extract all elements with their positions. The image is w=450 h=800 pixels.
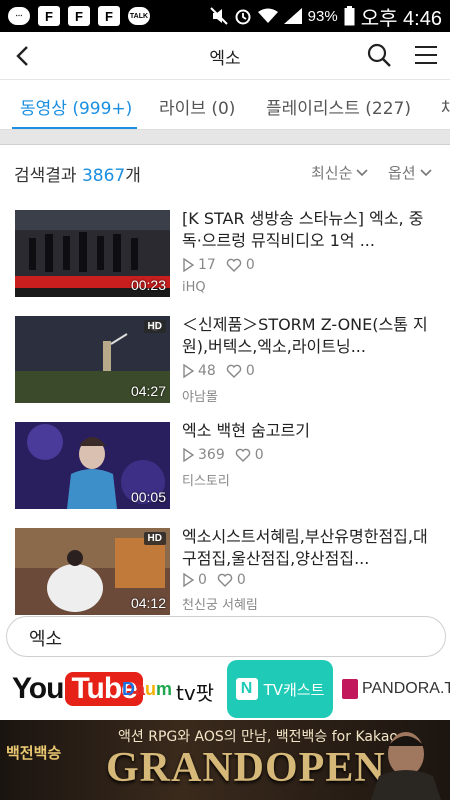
pandora-icon [342, 679, 358, 699]
video-item[interactable]: 00:23 [K STAR 생방송 스타뉴스] 엑소, 중독·으르렁 뮤직비디오… [0, 197, 450, 297]
play-count-icon [183, 573, 194, 587]
tab-playlists[interactable]: 플레이리스트 (227) [266, 94, 411, 119]
app-bar: 엑소 [0, 32, 450, 80]
options-label: 옵션 [388, 164, 416, 182]
results-header: 검색결과 3867개 최신순 옵션 [0, 145, 450, 197]
sort-dropdown[interactable]: 최신순 [311, 162, 368, 183]
video-duration: 04:27 [130, 383, 166, 399]
hd-badge: HD [143, 532, 166, 545]
ad-banner[interactable]: 백전백승 액션 RPG와 AOS의 만남, 백전백승 for Kakao GRA… [0, 720, 450, 800]
chevron-down-icon [356, 168, 368, 176]
video-thumbnail[interactable]: 00:23 [15, 210, 170, 297]
like-count: 0 [254, 447, 264, 463]
ad-game-logo: 백전백승 [6, 744, 62, 762]
like-count: 0 [245, 363, 255, 379]
video-duration: 04:12 [130, 595, 166, 611]
facebook-icon: F [38, 6, 60, 26]
options-dropdown[interactable]: 옵션 [388, 162, 432, 183]
heart-icon [235, 448, 250, 462]
naver-tvcast-label: TV캐스트 [263, 680, 325, 699]
play-count-icon [183, 364, 194, 378]
video-thumbnail[interactable]: HD 04:27 [15, 316, 170, 403]
tab-live[interactable]: 라이브 (0) [159, 94, 235, 119]
results-count: 3867 [81, 166, 126, 186]
wifi-icon [257, 8, 278, 23]
tab-videos[interactable]: 동영상 (999+) [20, 94, 132, 119]
chevron-down-icon [420, 168, 432, 176]
video-thumbnail[interactable]: 00:05 [15, 422, 170, 509]
play-count-icon [183, 258, 194, 272]
battery-icon [344, 6, 355, 26]
search-query: 엑소 [29, 629, 63, 650]
status-bar-notifications: ⋯ F F F TALK [8, 6, 150, 26]
video-stats: 0 0 [182, 572, 246, 588]
divider [0, 130, 450, 145]
tab-channels[interactable]: 채 [441, 94, 450, 119]
video-item[interactable]: HD 04:12 엑소시스트서혜림,부산유명한점집,대구점집,울산점집,양산점집… [0, 515, 450, 615]
ad-headline: 액션 RPG와 AOS의 만남, 백전백승 for Kakao [118, 729, 398, 745]
video-title[interactable]: 엑소시스트서혜림,부산유명한점집,대구점집,울산점집,양산점집... [182, 526, 437, 570]
video-channel[interactable]: 야남몰 [182, 386, 218, 405]
heart-icon [217, 573, 233, 587]
ad-big-text: GRANDOPEN [106, 745, 386, 791]
video-item[interactable]: 00:05 엑소 백현 숨고르기 369 0 티스토리 [0, 409, 450, 509]
play-count: 0 [198, 572, 207, 588]
video-title[interactable]: ＜신제품＞STORM Z-ONE(스톰 지원),버텍스,엑소,라이트닝... [182, 314, 437, 358]
clock: 오후 4:46 [360, 7, 442, 30]
facebook-icon: F [98, 6, 120, 26]
provider-bar: YouTube Daum tv팟 N TV캐스트 PANDORA.TV [0, 660, 450, 720]
ad-character-image [371, 732, 441, 800]
mute-icon [209, 7, 228, 25]
search-input[interactable]: 엑소 [6, 616, 446, 657]
play-count: 48 [198, 363, 216, 379]
menu-icon [415, 46, 437, 64]
video-thumbnail[interactable]: HD 04:12 [15, 528, 170, 615]
battery-percent: 93% [307, 7, 338, 25]
pandora-tv-button[interactable]: PANDORA.TV [342, 679, 450, 699]
sort-label: 최신순 [311, 164, 353, 182]
naver-tvcast-button[interactable]: N TV캐스트 [227, 660, 333, 718]
hd-badge: HD [143, 320, 166, 333]
video-title[interactable]: 엑소 백현 숨고르기 [182, 420, 437, 442]
video-item[interactable]: HD 04:27 ＜신제품＞STORM Z-ONE(스톰 지원),버텍스,엑소,… [0, 303, 450, 405]
heart-icon [226, 258, 242, 272]
video-stats: 17 0 [182, 257, 255, 273]
video-stats: 369 0 [182, 447, 264, 463]
message-icon: ⋯ [8, 7, 30, 25]
results-count-label: 검색결과 3867개 [14, 166, 141, 186]
heart-icon [226, 364, 242, 378]
kakaotalk-icon: TALK [128, 7, 150, 25]
status-bar: ⋯ F F F TALK 93% 오후 4:46 [0, 0, 450, 32]
play-count: 17 [198, 257, 216, 273]
video-list: 00:23 [K STAR 생방송 스타뉴스] 엑소, 중독·으르렁 뮤직비디오… [0, 197, 450, 615]
like-count: 0 [245, 257, 255, 273]
facebook-icon: F [68, 6, 90, 26]
search-icon [367, 43, 391, 67]
video-title[interactable]: [K STAR 생방송 스타뉴스] 엑소, 중독·으르렁 뮤직비디오 1억 ..… [182, 208, 437, 252]
video-duration: 00:05 [130, 489, 166, 505]
alarm-icon [235, 9, 251, 25]
tab-bar: 동영상 (999+) 라이브 (0) 플레이리스트 (227) 채 [0, 80, 450, 130]
signal-icon [283, 8, 302, 24]
play-count-icon [183, 448, 194, 462]
video-channel[interactable]: 티스토리 [182, 470, 230, 489]
like-count: 0 [236, 572, 246, 588]
naver-n-icon: N [235, 678, 258, 700]
status-bar-system: 93% 오후 4:46 [209, 2, 442, 31]
search-button[interactable] [366, 42, 392, 68]
tvpot-button[interactable]: tv팟 [176, 677, 214, 706]
play-count: 369 [198, 447, 225, 463]
menu-button[interactable] [414, 44, 438, 66]
video-channel[interactable]: 천신궁 서혜림 [182, 594, 258, 613]
video-stats: 48 0 [182, 363, 255, 379]
video-duration: 00:23 [130, 277, 166, 293]
video-channel[interactable]: iHQ [182, 280, 206, 295]
daum-logo[interactable]: Daum [122, 679, 172, 700]
